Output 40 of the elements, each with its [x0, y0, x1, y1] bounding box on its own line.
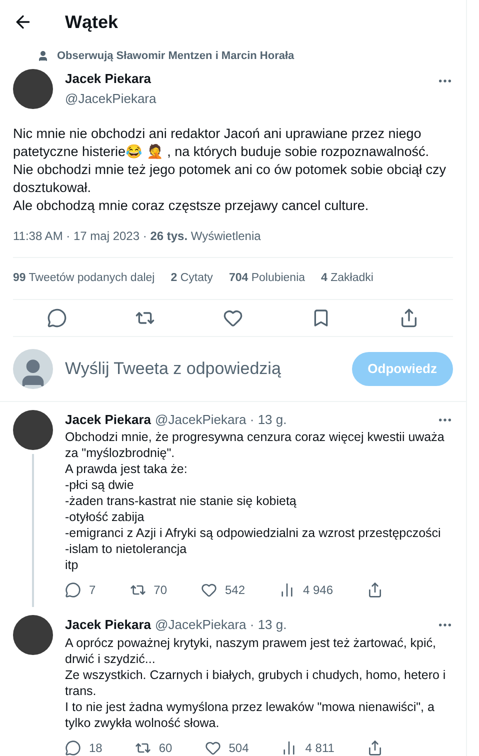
person-icon [37, 50, 49, 62]
like-icon[interactable] [204, 740, 221, 756]
reply-text: A oprócz poważnej krytyki, naszym prawem jest też żartować, kpić, drwić i szydzić... Ze wszystkich. Czarnych i białych, grubych i chudych, homo, hetero i trans. I to nie jest żadna wymyślona przez lewaków "mowa nienawiści", a tylko zwykła wolność słowa. [65, 634, 447, 731]
action-count: 70 [154, 582, 168, 600]
action-count: 7 [89, 582, 96, 600]
reply-icon[interactable] [47, 308, 67, 328]
tweet-meta: 11:38 AM · 17 maj 2023 · 26 tys. Wyświetlenia [13, 228, 262, 244]
reply-input-field[interactable]: Wyślij Tweeta z odpowiedzią [65, 356, 340, 382]
action-count: 4 811 [305, 740, 334, 756]
tweet-text: Nic mnie nie obchodzi ani redaktor Jacoń ani uprawiane przez niego patetyczne histerie😂 🤦 , na których buduje sobie rozpoznawalność. Nie obchodzi mnie też jego potomek ani co ów potomek sobie obciął czy dosztukował. Ale obchodzą mnie coraz częstsze przejawy cancel culture. [13, 124, 447, 214]
social-context[interactable]: Obserwują Sławomir Mentzen i Marcin Horała [57, 48, 294, 64]
author-handle[interactable]: @JacekPiekara · 13 g. [155, 410, 287, 430]
share-icon[interactable] [399, 308, 419, 328]
share-icon[interactable] [366, 740, 383, 756]
share-icon[interactable] [366, 582, 383, 598]
author-name[interactable]: Jacek Piekara [65, 69, 425, 88]
action-count: 504 [228, 740, 249, 756]
reply-icon[interactable] [65, 740, 81, 756]
reply-text: Obchodzi mnie, że progresywna cenzura coraz więcej kwestii uważa za "myślozbrodnię". A prawda jest taka że: -płci są dwie -żaden trans-kastrat nie stanie się kobietą -otyłość zabija -emigranci z Azji i Afryki są odpowiedzialni za wzrost przestępczości -islam to nietolerancja itp [65, 429, 446, 574]
stat-link[interactable]: 4 Zakładki [321, 270, 374, 287]
action-count: 542 [224, 582, 246, 600]
author-name[interactable]: Jacek Piekara [65, 615, 152, 635]
views-icon[interactable] [281, 740, 298, 756]
author-name[interactable]: Jacek Piekara [65, 410, 152, 430]
stat-link[interactable]: 99 Tweetów podanych dalej [13, 270, 155, 287]
avatar-photo-placeholder[interactable] [13, 615, 53, 656]
action-count: 4 946 [302, 582, 334, 600]
like-icon[interactable] [200, 582, 217, 598]
views-icon[interactable] [278, 582, 295, 598]
stat-link[interactable]: 704 Polubienia [228, 270, 306, 287]
reply-icon[interactable] [65, 582, 81, 598]
action-count: 18 [89, 740, 102, 756]
stat-link[interactable]: 2 Cytaty [170, 270, 213, 287]
author-handle[interactable]: @JacekPiekara [65, 88, 425, 108]
action-count: 60 [158, 740, 172, 756]
like-icon[interactable] [223, 308, 243, 328]
avatar-photo-placeholder[interactable] [13, 68, 53, 108]
avatar-photo-placeholder[interactable] [13, 410, 53, 450]
author-handle[interactable]: @JacekPiekara · 13 g. [155, 615, 287, 635]
page-title: Wątek [65, 10, 118, 34]
